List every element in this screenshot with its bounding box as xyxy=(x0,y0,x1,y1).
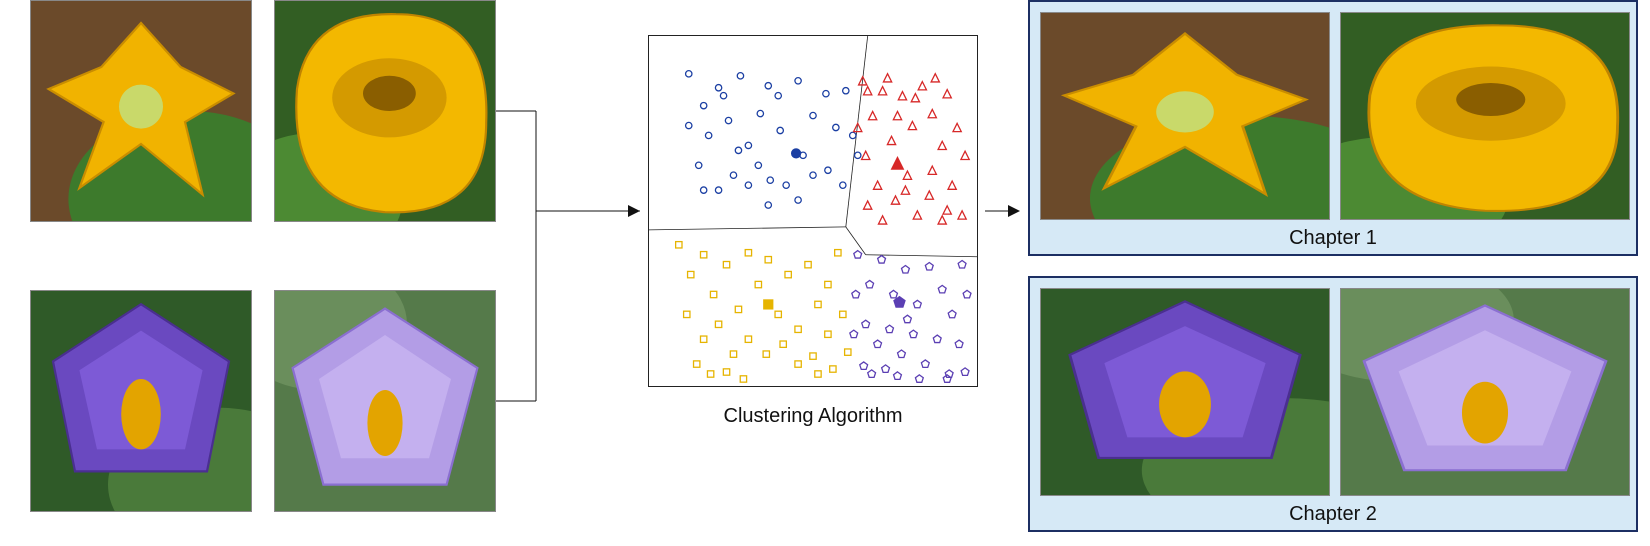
chapter1-label: Chapter 1 xyxy=(1030,227,1636,250)
input-image-top-right xyxy=(274,0,496,222)
input-image-bottom-left xyxy=(30,290,252,512)
chapter2-image-right xyxy=(1340,288,1630,496)
cluster-diagram xyxy=(648,35,978,387)
cluster-caption: Clustering Algorithm xyxy=(648,405,978,428)
chapter2-label: Chapter 2 xyxy=(1030,503,1636,526)
chapter-2-panel: Chapter 2 xyxy=(1028,276,1638,532)
chapter2-image-left xyxy=(1040,288,1330,496)
input-image-bottom-right xyxy=(274,290,496,512)
chapter1-image-left xyxy=(1040,12,1330,220)
chapter-1-panel: Chapter 1 xyxy=(1028,0,1638,256)
input-image-top-left xyxy=(30,0,252,222)
chapter1-image-right xyxy=(1340,12,1630,220)
